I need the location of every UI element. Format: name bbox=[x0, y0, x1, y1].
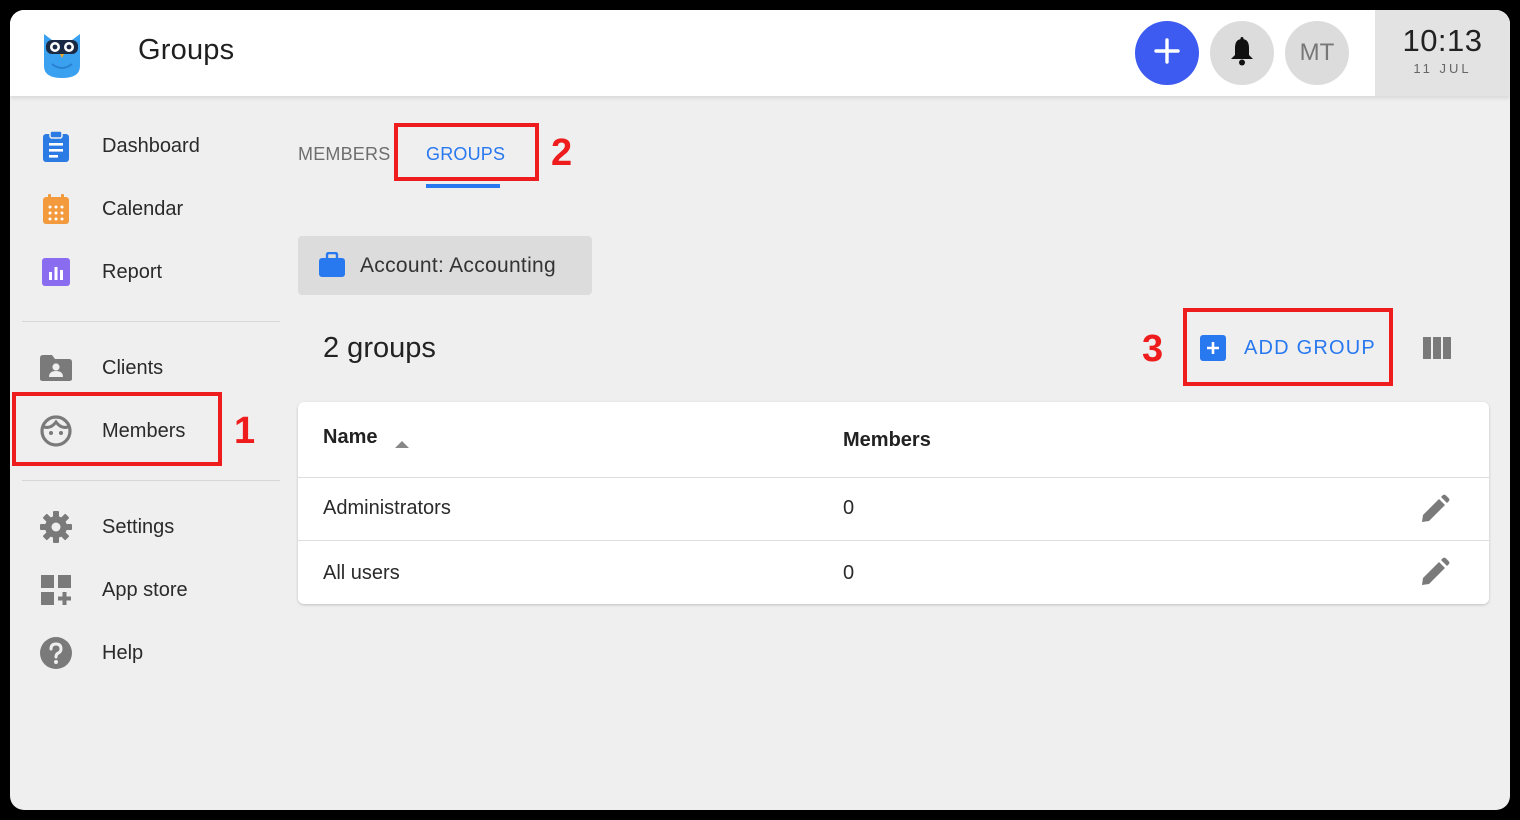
column-header-members[interactable]: Members bbox=[843, 429, 931, 452]
group-name: Administrators bbox=[323, 497, 451, 519]
annotation-number-1: 1 bbox=[234, 410, 256, 452]
clock-widget: 10:13 11 JUL bbox=[1375, 10, 1510, 96]
user-avatar[interactable]: MT bbox=[1285, 21, 1349, 85]
annotation-box-groups-tab bbox=[394, 123, 539, 181]
member-count: 0 bbox=[843, 497, 855, 519]
annotation-box-members bbox=[12, 392, 222, 466]
sort-ascending-icon[interactable] bbox=[394, 436, 410, 454]
help-icon bbox=[38, 635, 74, 671]
sidebar-item-label: Help bbox=[102, 641, 144, 664]
sidebar-divider bbox=[22, 480, 280, 481]
sidebar-item-settings[interactable]: Settings bbox=[10, 502, 280, 552]
top-bar: Groups MT 10:13 11 JUL bbox=[10, 10, 1510, 96]
sidebar-item-label: Dashboard bbox=[102, 134, 200, 157]
sidebar-item-dashboard[interactable]: Dashboard bbox=[10, 121, 280, 171]
active-tab-indicator bbox=[426, 184, 500, 188]
sidebar-item-help[interactable]: Help bbox=[10, 628, 280, 678]
member-count: 0 bbox=[843, 562, 855, 584]
account-selector[interactable]: Account: Accounting bbox=[298, 236, 592, 295]
row-divider bbox=[298, 477, 1489, 478]
row-divider bbox=[298, 540, 1489, 541]
folder-user-icon bbox=[38, 350, 74, 386]
account-label: Account: Accounting bbox=[360, 253, 556, 277]
app-window: Groups MT 10:13 11 JUL Dashboard Calenda… bbox=[10, 10, 1510, 810]
sidebar-item-label: Report bbox=[102, 260, 163, 283]
add-fab-button[interactable] bbox=[1135, 21, 1199, 85]
calendar-icon bbox=[38, 191, 74, 227]
clipboard-icon bbox=[38, 128, 74, 164]
annotation-number-2: 2 bbox=[551, 132, 573, 174]
columns-icon[interactable] bbox=[1422, 336, 1452, 365]
plus-icon bbox=[1153, 37, 1181, 70]
pencil-icon[interactable] bbox=[1418, 494, 1450, 531]
sidebar-item-label: Calendar bbox=[102, 197, 184, 220]
sidebar-item-app-store[interactable]: App store bbox=[10, 565, 280, 615]
sidebar-item-label: Settings bbox=[102, 515, 175, 538]
annotation-box-add-group bbox=[1183, 308, 1393, 386]
gear-icon bbox=[38, 509, 74, 545]
annotation-number-3: 3 bbox=[1142, 328, 1164, 370]
tab-members[interactable]: MEMBERS bbox=[298, 144, 390, 165]
notifications-button[interactable] bbox=[1210, 21, 1274, 85]
owl-logo-icon[interactable] bbox=[40, 28, 84, 78]
bell-icon bbox=[1228, 36, 1256, 71]
sidebar-item-calendar[interactable]: Calendar bbox=[10, 184, 280, 234]
sidebar-item-clients[interactable]: Clients bbox=[10, 343, 280, 393]
briefcase-icon bbox=[318, 251, 346, 283]
pencil-icon[interactable] bbox=[1418, 557, 1450, 594]
sidebar-item-label: App store bbox=[102, 578, 188, 601]
sidebar-item-label: Clients bbox=[102, 356, 164, 379]
column-header-name[interactable]: Name bbox=[323, 426, 377, 449]
group-count: 2 groups bbox=[323, 332, 436, 364]
page-title: Groups bbox=[138, 34, 235, 66]
sidebar-item-report[interactable]: Report bbox=[10, 247, 280, 297]
clock-date: 11 JUL bbox=[1413, 61, 1472, 76]
groups-table: Name Members Administrators 0 All users … bbox=[298, 402, 1489, 604]
clock-time: 10:13 bbox=[1402, 23, 1483, 58]
bar-chart-icon bbox=[38, 254, 74, 290]
apps-add-icon bbox=[38, 572, 74, 608]
group-name: All users bbox=[323, 562, 400, 584]
sidebar-divider bbox=[22, 321, 280, 322]
